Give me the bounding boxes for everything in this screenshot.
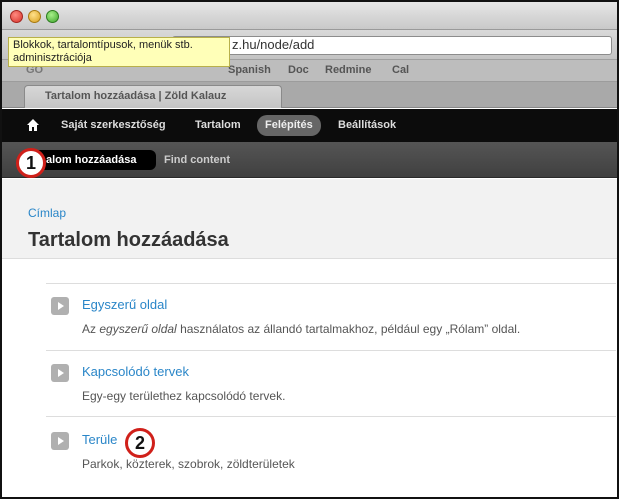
home-icon[interactable] [26,118,40,132]
admin-toolbar: Saját szerkesztőség Tartalom Felépítés B… [2,109,617,142]
shortcut-find-content[interactable]: Find content [164,154,230,166]
toolbar-item-dashboard[interactable]: Saját szerkesztőség [61,119,166,131]
divider [46,350,616,351]
toolbar-item-content[interactable]: Tartalom [195,119,241,131]
toolbar-item-structure[interactable]: Felépítés [257,115,321,136]
bookmark-cal[interactable]: Cal [392,64,409,76]
close-window-icon[interactable] [10,10,23,23]
tooltip-line-1: Blokkok, tartalomtípusok, menük stb. [13,39,193,51]
toolbar-item-settings[interactable]: Beállítások [338,119,396,131]
content-type-description: Az egyszerű oldal használatos az állandó… [82,322,521,336]
tooltip: Blokkok, tartalomtípusok, menük stb. adm… [8,37,230,67]
callout-marker-1: 1 [16,148,46,178]
bookmark-spanish[interactable]: Spanish [228,64,271,76]
divider [46,416,616,417]
chevron-right-icon[interactable] [51,364,69,382]
url-text: z.hu/node/add [232,37,315,52]
page-header: Címlap Tartalom hozzáadása [2,179,617,259]
divider [46,283,616,284]
chevron-right-icon[interactable] [51,297,69,315]
chevron-right-icon[interactable] [51,432,69,450]
content-type-description: Parkok, közterek, szobrok, zöldterületek [82,457,295,471]
bookmark-redmine[interactable]: Redmine [325,64,371,76]
content-type-title[interactable]: Kapcsolódó tervek [82,364,189,379]
browser-tab[interactable]: Tartalom hozzáadása | Zöld Kalauz [24,85,282,108]
page-title: Tartalom hozzáadása [28,229,229,251]
tooltip-line-2: adminisztrációja [13,52,92,64]
shortcuts-bar: alom hozzáadása Find content [2,142,617,178]
tab-bar: Tartalom hozzáadása | Zöld Kalauz [2,82,617,108]
content-type-title[interactable]: Egyszerű oldal [82,297,167,312]
bookmark-doc[interactable]: Doc [288,64,309,76]
content-type-title[interactable]: Terüle [82,432,117,447]
zoom-window-icon[interactable] [46,10,59,23]
browser-window: z.hu/node/add GO Spanish Doc Redmine Cal… [0,0,619,499]
breadcrumb[interactable]: Címlap [28,206,66,220]
callout-marker-2: 2 [125,428,155,458]
minimize-window-icon[interactable] [28,10,41,23]
content-type-description: Egy-egy területhez kapcsolódó tervek. [82,389,286,403]
window-titlebar [2,2,617,30]
